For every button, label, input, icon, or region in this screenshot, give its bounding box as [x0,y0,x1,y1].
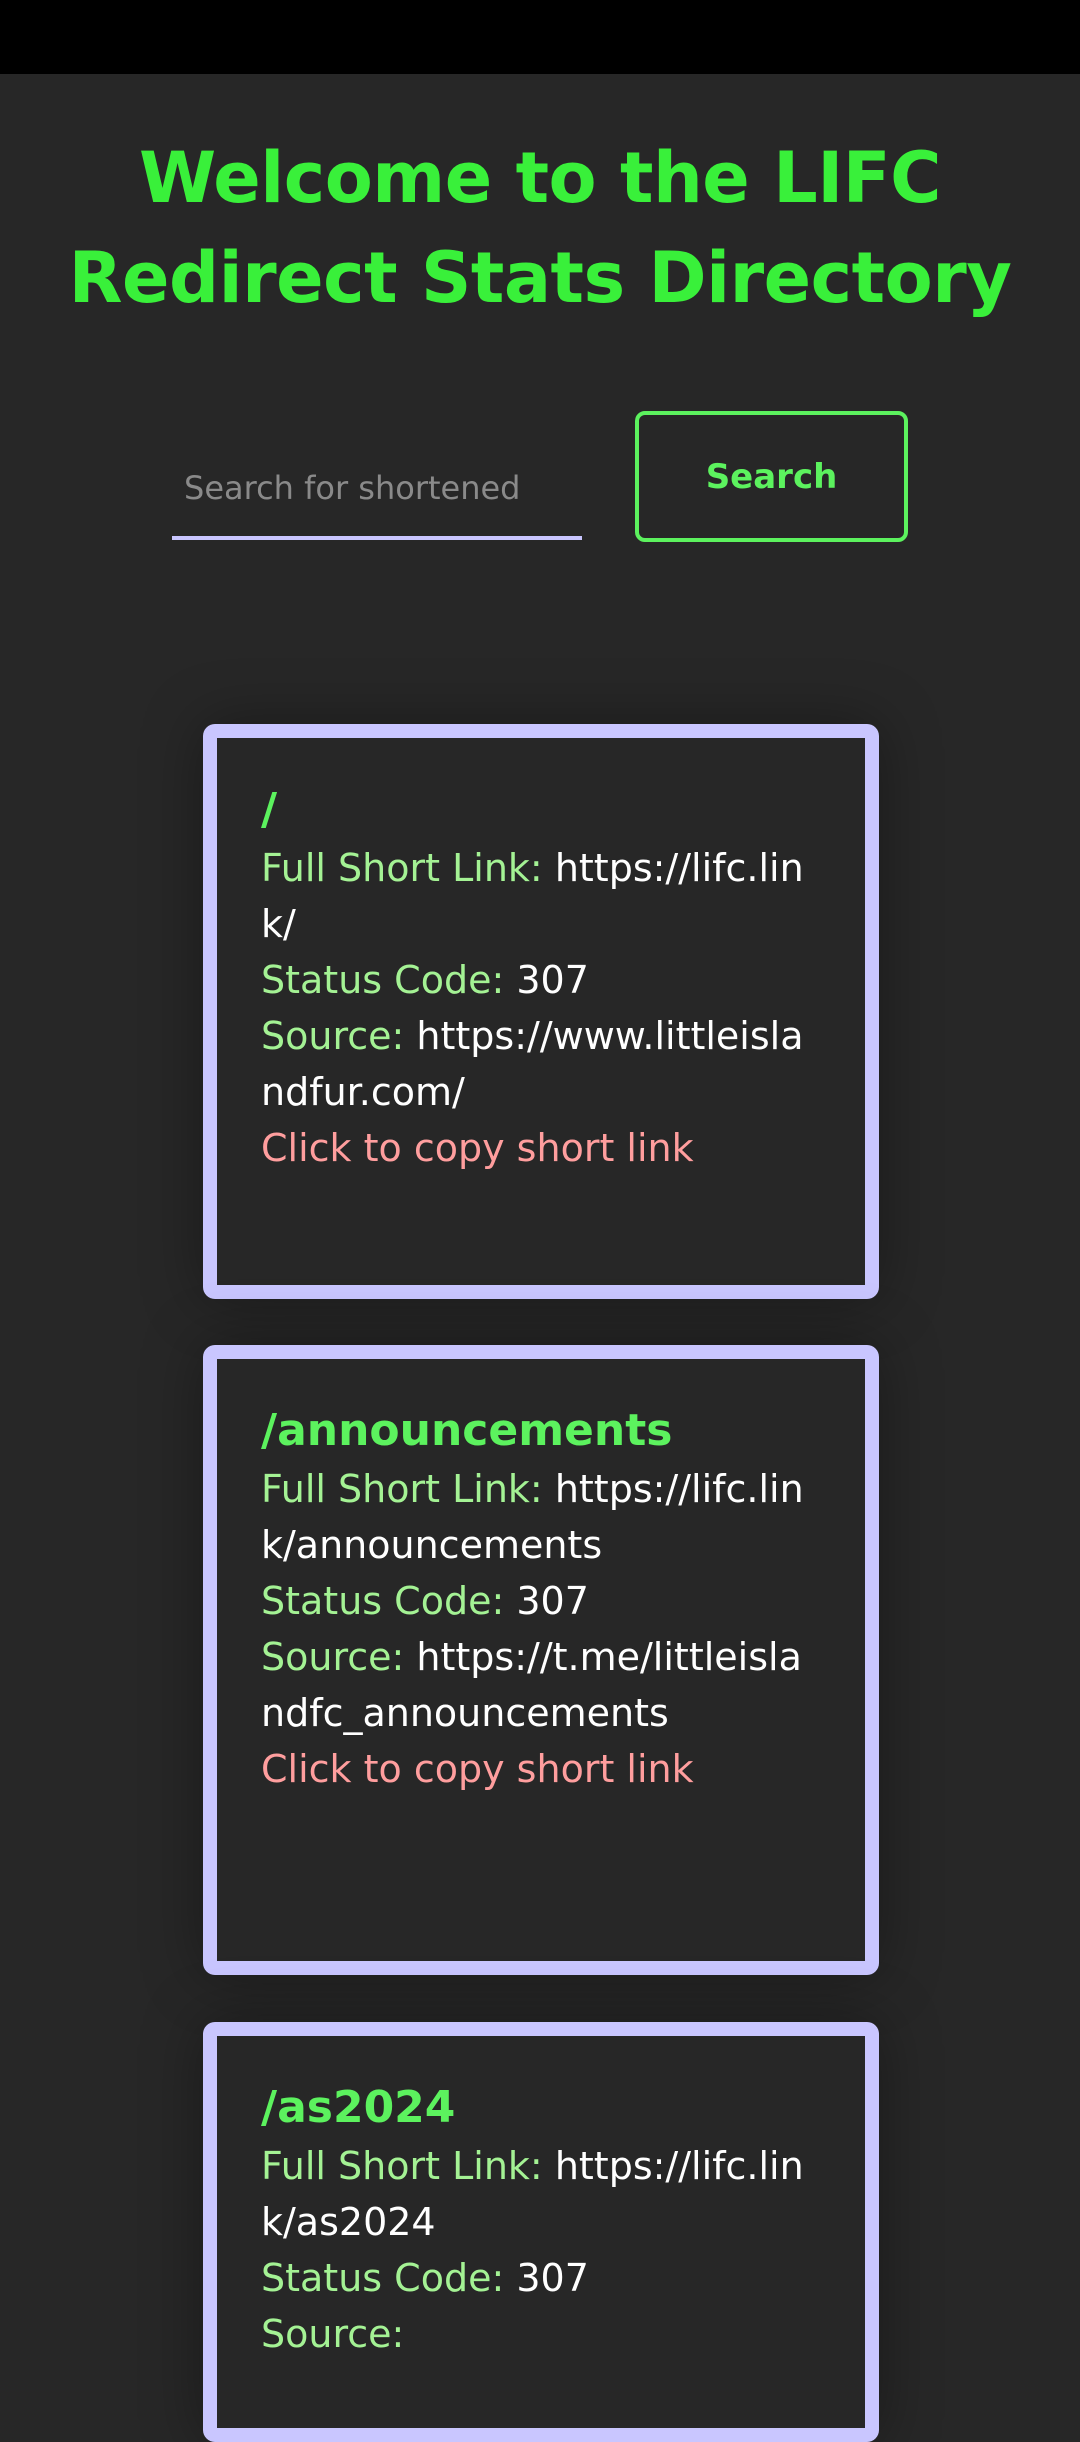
source-row: Source: [261,2306,821,2362]
status-code-label: Status Code: [261,2256,505,2300]
card-path: / [261,784,278,835]
source-row: Source: https://t.me/littleislandfc_anno… [261,1629,821,1741]
search-input[interactable] [172,440,582,540]
status-code-value: 307 [516,1579,589,1623]
source-label: Source: [261,2312,405,2356]
status-code-label: Status Code: [261,1579,505,1623]
source-label: Source: [261,1635,405,1679]
full-short-link-row: Full Short Link: https://lifc.link/ [261,840,821,952]
status-bar [0,0,1080,74]
status-code-row: Status Code: 307 [261,2250,821,2306]
card-path: /as2024 [261,2082,456,2133]
status-code-row: Status Code: 307 [261,1573,821,1629]
full-short-link-label: Full Short Link: [261,846,543,890]
status-code-value: 307 [516,2256,589,2300]
status-code-row: Status Code: 307 [261,952,821,1008]
link-card: /announcements Full Short Link: https://… [203,1345,879,1975]
copy-short-link-button[interactable]: Click to copy short link [261,1741,821,1797]
search-button[interactable]: Search [635,411,908,542]
status-code-value: 307 [516,958,589,1002]
full-short-link-row: Full Short Link: https://lifc.link/annou… [261,1461,821,1573]
full-short-link-label: Full Short Link: [261,2144,543,2188]
page-title: Welcome to the LIFC Redirect Stats Direc… [68,137,1012,319]
card-path: /announcements [261,1405,673,1456]
source-label: Source: [261,1014,405,1058]
link-card: /as2024 Full Short Link: https://lifc.li… [203,2022,879,2442]
full-short-link-row: Full Short Link: https://lifc.link/as202… [261,2138,821,2250]
full-short-link-label: Full Short Link: [261,1467,543,1511]
source-row: Source: https://www.littleislandfur.com/ [261,1008,821,1120]
copy-short-link-button[interactable]: Click to copy short link [261,1120,821,1176]
link-card: / Full Short Link: https://lifc.link/ St… [203,724,879,1299]
status-code-label: Status Code: [261,958,505,1002]
